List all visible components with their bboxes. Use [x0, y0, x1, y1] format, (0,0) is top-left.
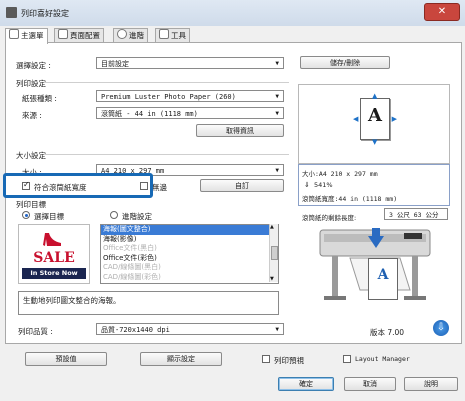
- tab-label: 主選單: [21, 31, 44, 40]
- divider: [44, 154, 289, 155]
- cancel-button[interactable]: 取消: [344, 377, 396, 391]
- ok-button[interactable]: 確定: [278, 377, 334, 391]
- size-settings-title: 大小設定: [16, 151, 46, 160]
- quality-select[interactable]: 品質-720x1440 dpi ▼: [96, 323, 284, 335]
- chevron-down-icon: ▼: [275, 326, 279, 333]
- chevron-down-icon: ▼: [275, 60, 279, 67]
- tab-label: 頁面配置: [70, 31, 100, 40]
- select-target-label: 選擇目標: [34, 212, 64, 221]
- info-size: 大小:A4 210 x 297 mm: [302, 170, 378, 178]
- quality-label: 列印品質 :: [18, 327, 53, 336]
- source-value: 滾筒紙 - 44 in (1118 mm): [101, 110, 198, 118]
- scroll-down-icon[interactable]: ▼: [270, 276, 274, 282]
- tab-strip: 主選單 頁面配置 進階 工具: [5, 28, 460, 44]
- media-type-label: 紙張種類 :: [22, 94, 57, 103]
- wrench-icon: [159, 29, 169, 39]
- restore-defaults-button[interactable]: 預設值: [25, 352, 107, 366]
- tab-label: 工具: [171, 31, 186, 40]
- scroll-thumb[interactable]: [271, 246, 278, 260]
- chevron-down-icon: ▼: [275, 93, 279, 100]
- scale-icon: ⇓: [304, 181, 310, 189]
- preset-label: 選擇設定 :: [16, 61, 51, 70]
- list-item[interactable]: CAD/線條圖(彩色): [101, 273, 278, 283]
- print-preview-checkbox[interactable]: [262, 355, 270, 363]
- print-settings-title: 列印設定: [16, 79, 46, 88]
- remaining-length-value: 3 公尺 63 公分: [384, 208, 448, 220]
- page-layout-icon: [58, 29, 68, 39]
- version-text: 版本 7.00: [370, 328, 405, 337]
- arrow-up-icon: ▲: [372, 92, 378, 100]
- window-title: 列印喜好設定: [21, 9, 69, 18]
- advanced-settings-label: 進階設定: [122, 212, 152, 221]
- target-list[interactable]: 海報(圖文整合) 海報(影像) Office文件(黑白) Office文件(彩色…: [100, 224, 279, 284]
- save-delete-button[interactable]: 儲存/刪除: [300, 56, 390, 69]
- high-heel-shoe-icon: [41, 227, 63, 249]
- tab-advanced[interactable]: 進階: [113, 28, 148, 43]
- arrow-down-icon: ▼: [372, 138, 378, 146]
- display-settings-button[interactable]: 顯示設定: [140, 352, 222, 366]
- advanced-icon: [117, 29, 127, 39]
- divider: [44, 82, 289, 83]
- arrow-right-icon: ▶: [391, 115, 397, 123]
- custom-size-button[interactable]: 自訂: [200, 179, 284, 192]
- layout-manager-checkbox[interactable]: [343, 355, 351, 363]
- list-scrollbar[interactable]: ▲ ▼: [269, 224, 278, 282]
- print-target-title: 列印目標: [16, 200, 46, 209]
- tab-main[interactable]: 主選單: [5, 28, 48, 44]
- description-box: 生動地列印圖文整合的海報。: [18, 291, 279, 315]
- output-letter: A: [377, 267, 389, 283]
- info-roll-width: 滾筒紙寬度:44 in (1118 mm): [302, 195, 398, 203]
- source-label: 來源 :: [22, 111, 42, 120]
- update-icon[interactable]: ⇩: [433, 320, 449, 336]
- scroll-up-icon[interactable]: ▲: [270, 224, 274, 230]
- layout-manager-label: Layout Manager: [355, 355, 410, 363]
- preset-value: 目前設定: [101, 60, 129, 68]
- media-type-value: Premium Luster Photo Paper (260): [101, 93, 236, 101]
- output-paper-icon: A: [368, 258, 398, 300]
- list-item[interactable]: 海報(圖文整合): [101, 225, 278, 235]
- preset-select[interactable]: 目前設定 ▼: [96, 57, 284, 69]
- help-button[interactable]: 說明: [404, 377, 458, 391]
- tab-label: 進階: [129, 31, 144, 40]
- tab-page-layout[interactable]: 頁面配置: [54, 28, 104, 43]
- preview-letter: A: [368, 105, 382, 126]
- in-store-banner: In Store Now: [22, 268, 86, 279]
- main-tab-icon: [9, 29, 19, 39]
- list-item[interactable]: Office文件(黑白): [101, 244, 278, 254]
- remaining-length-label: 滾筒紙的剩餘長度:: [302, 214, 357, 222]
- sale-text: SALE: [33, 250, 75, 266]
- printer-icon: [6, 7, 17, 18]
- paper-preview-icon: A ▲ ▼ ◀ ▶: [353, 92, 397, 146]
- description-text: 生動地列印圖文整合的海報。: [23, 296, 121, 305]
- focus-highlight: [3, 173, 153, 198]
- select-target-radio[interactable]: [22, 211, 30, 219]
- tab-tools[interactable]: 工具: [155, 28, 190, 43]
- print-preview-label: 列印預視: [274, 356, 304, 365]
- arrow-left-icon: ◀: [353, 115, 359, 123]
- media-type-select[interactable]: Premium Luster Photo Paper (260) ▼: [96, 90, 284, 102]
- source-select[interactable]: 滾筒紙 - 44 in (1118 mm) ▼: [96, 107, 284, 119]
- get-info-button[interactable]: 取得資訊: [196, 124, 284, 137]
- info-scale: 541%: [314, 181, 333, 189]
- chevron-down-icon: ▼: [275, 167, 279, 174]
- close-button[interactable]: ✕: [424, 3, 460, 21]
- list-item[interactable]: 海報(影像): [101, 235, 278, 245]
- chevron-down-icon: ▼: [275, 110, 279, 117]
- title-bar: [0, 0, 465, 26]
- list-item[interactable]: Office文件(彩色): [101, 254, 278, 264]
- borderless-label: 無邊: [152, 183, 167, 192]
- list-item[interactable]: CAD/線條圖(黑白): [101, 263, 278, 273]
- advanced-settings-radio[interactable]: [110, 211, 118, 219]
- target-thumbnail: SALE In Store Now: [18, 224, 90, 284]
- quality-value: 品質-720x1440 dpi: [101, 326, 170, 334]
